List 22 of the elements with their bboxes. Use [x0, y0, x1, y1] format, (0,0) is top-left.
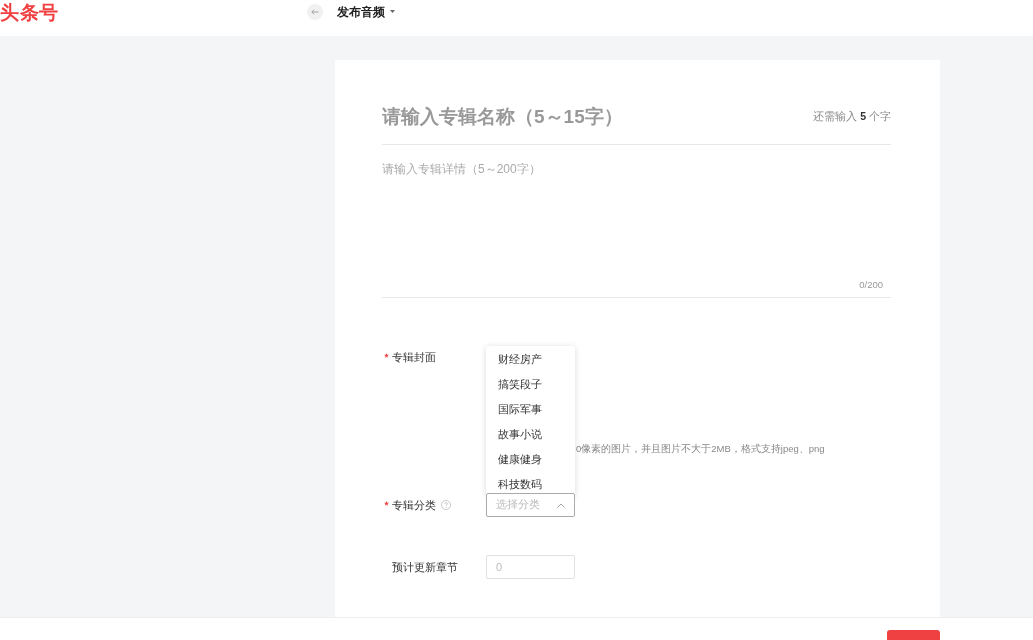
album-details-field[interactable]: 请输入专辑详情（5～200字）: [382, 161, 891, 279]
remaining-count-text: 还需输入 5 个字: [813, 110, 891, 124]
logo-text: 头条号: [0, 1, 59, 25]
field-label: 预计更新章节: [392, 560, 458, 575]
help-icon[interactable]: [441, 500, 451, 510]
back-arrow-icon: [310, 8, 319, 15]
back-button[interactable]: [306, 3, 323, 20]
field-label: 专辑分类: [392, 498, 436, 513]
page-title-dropdown[interactable]: 发布音频: [336, 3, 395, 20]
action-button[interactable]: [887, 630, 940, 640]
category-option[interactable]: 国际军事: [486, 397, 575, 422]
field-label: 专辑封面: [392, 350, 436, 365]
caret-icon: [389, 10, 395, 13]
character-counter: 0/200: [859, 279, 883, 291]
category-option[interactable]: 健康健身: [486, 447, 575, 472]
cover-hint-text: 0像素的图片，并且图片不大于2MB，格式支持jpeg、png: [575, 443, 825, 455]
category-option[interactable]: 财经房产: [486, 347, 575, 372]
chevron-up-icon: [557, 502, 565, 508]
category-option[interactable]: 故事小说: [486, 422, 575, 447]
chapter-count-field[interactable]: 0: [486, 555, 575, 579]
album-name-field[interactable]: 请输入专辑名称（5～15字）: [382, 102, 814, 132]
category-option[interactable]: 搞笑段子: [486, 372, 575, 397]
